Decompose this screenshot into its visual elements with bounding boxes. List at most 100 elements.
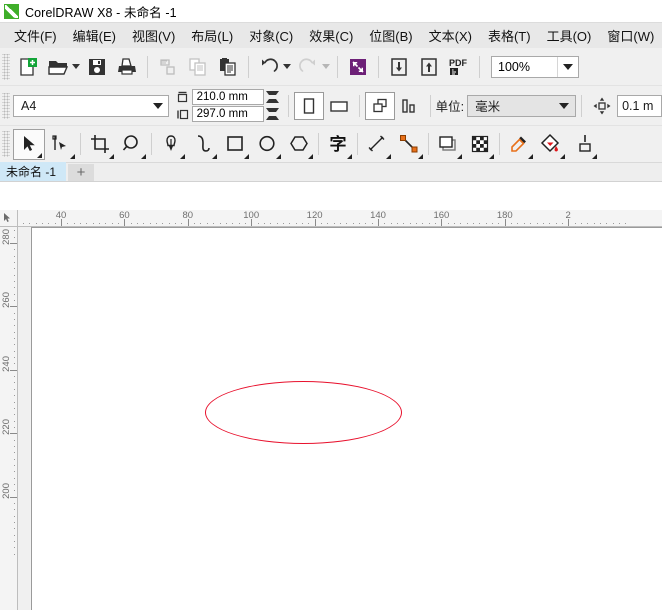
- rectangle-tool-flyout-icon[interactable]: [244, 153, 249, 159]
- nudge-distance-input[interactable]: 0.1 m: [617, 94, 662, 117]
- import-down-arrow-icon: [391, 57, 407, 76]
- page-height-spinner[interactable]: [265, 106, 279, 122]
- nudge-distance-button[interactable]: [587, 92, 617, 120]
- vertical-ruler[interactable]: 280 260 240 220 200: [0, 227, 18, 610]
- drop-shadow-tool[interactable]: [432, 129, 464, 160]
- hruler-label: 100: [243, 210, 260, 221]
- text-tool[interactable]: 字: [322, 129, 354, 160]
- toolbar-grip[interactable]: [2, 53, 10, 80]
- landscape-orientation-button[interactable]: [324, 92, 354, 120]
- fill-tool-flyout-icon[interactable]: [560, 153, 565, 159]
- eyedropper-tool-flyout-icon[interactable]: [528, 153, 533, 159]
- straight-line-connector-tool[interactable]: [393, 129, 425, 160]
- new-document-button[interactable]: [13, 52, 43, 82]
- zoom-tool-flyout-icon[interactable]: [141, 153, 146, 159]
- document-tab[interactable]: 未命名 -1: [0, 162, 67, 181]
- cut-button[interactable]: [153, 52, 183, 82]
- ruler-origin-button[interactable]: [0, 210, 18, 227]
- copy-button[interactable]: [183, 52, 213, 82]
- import-export-button[interactable]: [343, 52, 373, 82]
- rectangle-tool[interactable]: [219, 129, 251, 160]
- portrait-orientation-button[interactable]: [293, 91, 324, 120]
- menu-item-file[interactable]: 文件(F): [6, 23, 65, 48]
- unit-combobox[interactable]: 毫米: [467, 94, 577, 117]
- unit-dropdown-arrow-icon[interactable]: [553, 102, 575, 109]
- publish-pdf-button[interactable]: PDF: [444, 52, 474, 82]
- parallel-dimension-tool-flyout-icon[interactable]: [386, 153, 391, 159]
- import-button[interactable]: [384, 52, 414, 82]
- crop-tool[interactable]: [84, 129, 116, 160]
- page-width-spinner[interactable]: [265, 89, 279, 105]
- zoom-level-combobox[interactable]: 100%: [491, 55, 579, 78]
- zoom-tool[interactable]: [116, 129, 148, 160]
- open-document-button[interactable]: [43, 52, 73, 82]
- menu-item-effects[interactable]: 效果(C): [301, 23, 361, 48]
- page-size-dropdown-arrow-icon[interactable]: [148, 102, 168, 109]
- undo-button[interactable]: [254, 52, 284, 82]
- shape-tool[interactable]: [45, 129, 77, 160]
- drop-shadow-tool-flyout-icon[interactable]: [457, 153, 462, 159]
- ellipse-shape[interactable]: [205, 381, 402, 444]
- page-height-input[interactable]: 297.0 mm: [191, 106, 264, 122]
- menu-item-text[interactable]: 文本(X): [421, 23, 480, 48]
- add-document-tab-button[interactable]: +: [68, 164, 95, 181]
- freehand-tool-flyout-icon[interactable]: [180, 153, 185, 159]
- interactive-fill-tool[interactable]: [535, 129, 567, 160]
- connector-tool-flyout-icon[interactable]: [418, 153, 423, 159]
- pick-tool-flyout-icon[interactable]: [37, 152, 42, 158]
- open-dropdown-caret-icon[interactable]: [72, 64, 80, 69]
- page-height-row: 297.0 mm: [175, 106, 279, 122]
- print-button[interactable]: [112, 52, 142, 82]
- hruler-label: 160: [433, 210, 450, 221]
- menu-item-window[interactable]: 窗口(W): [599, 23, 662, 48]
- save-document-button[interactable]: [82, 52, 112, 82]
- drawing-canvas[interactable]: [18, 227, 662, 610]
- menu-item-object[interactable]: 对象(C): [241, 23, 301, 48]
- crop-tool-flyout-icon[interactable]: [109, 153, 114, 159]
- export-button[interactable]: [414, 52, 444, 82]
- all-pages-button[interactable]: [364, 91, 395, 120]
- transparency-tool-flyout-icon[interactable]: [489, 153, 494, 159]
- coreldraw-logo-icon: [4, 3, 19, 19]
- polygon-tool-flyout-icon[interactable]: [308, 153, 313, 159]
- outline-tool-flyout-icon[interactable]: [592, 153, 597, 159]
- toolbar-separator-1: [147, 55, 148, 78]
- undo-dropdown-caret-icon[interactable]: [283, 64, 291, 69]
- redo-button[interactable]: [293, 52, 323, 82]
- transparency-tool[interactable]: [464, 129, 496, 160]
- pick-tool[interactable]: [13, 128, 45, 160]
- polygon-tool[interactable]: [283, 129, 315, 160]
- menu-item-view[interactable]: 视图(V): [124, 23, 183, 48]
- freehand-tool[interactable]: [155, 129, 187, 160]
- hruler-label: 120: [306, 210, 323, 221]
- svg-text:字: 字: [330, 134, 347, 155]
- zoom-dropdown-arrow-icon[interactable]: [557, 56, 578, 77]
- text-tool-flyout-icon[interactable]: [347, 153, 352, 159]
- current-page-button[interactable]: [395, 92, 425, 120]
- artistic-media-tool[interactable]: [187, 129, 219, 160]
- unit-label: 单位:: [435, 100, 465, 114]
- menu-item-edit[interactable]: 编辑(E): [65, 23, 124, 48]
- horizontal-ruler[interactable]: 40 60 80 100 120 140 160 180 2: [18, 210, 662, 227]
- paste-button[interactable]: [213, 52, 243, 82]
- page-size-combobox[interactable]: A4: [13, 94, 169, 117]
- hruler-label: 2: [565, 210, 571, 221]
- circle-icon: [259, 135, 275, 152]
- redo-dropdown-caret-icon[interactable]: [322, 64, 330, 69]
- document-page[interactable]: [31, 227, 662, 610]
- menu-item-layout[interactable]: 布局(L): [183, 23, 241, 48]
- menu-item-bitmap[interactable]: 位图(B): [361, 23, 420, 48]
- menu-item-tools[interactable]: 工具(O): [539, 23, 600, 48]
- artistic-media-tool-flyout-icon[interactable]: [212, 153, 217, 159]
- page-width-input[interactable]: 210.0 mm: [191, 89, 264, 105]
- toolbox: 字: [0, 126, 662, 163]
- toolbox-grip[interactable]: [2, 131, 10, 157]
- ellipse-tool[interactable]: [251, 129, 283, 160]
- ellipse-tool-flyout-icon[interactable]: [276, 153, 281, 159]
- propertybar-grip[interactable]: [2, 92, 10, 119]
- parallel-dimension-tool[interactable]: [361, 129, 393, 160]
- color-eyedropper-tool[interactable]: [503, 129, 535, 160]
- menu-item-table[interactable]: 表格(T): [480, 23, 539, 48]
- outline-tool[interactable]: [567, 129, 599, 160]
- shape-tool-flyout-icon[interactable]: [70, 153, 75, 159]
